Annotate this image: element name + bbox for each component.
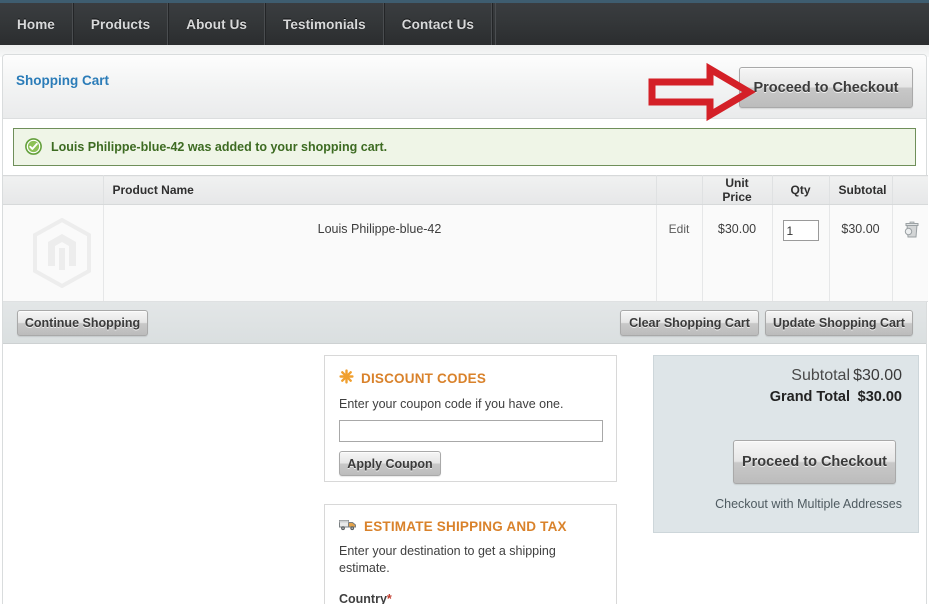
table-header-thumb (3, 175, 104, 205)
product-name: Louis Philippe-blue-42 (317, 222, 442, 236)
proceed-to-checkout-button[interactable]: Proceed to Checkout (733, 440, 896, 484)
subtotal-label: Subtotal (791, 367, 850, 384)
cart-header-bar: Shopping Cart Proceed to Checkout (3, 55, 926, 119)
magento-logo-icon (33, 218, 91, 288)
qty-cell (772, 204, 830, 302)
nav-item-label: About Us (186, 16, 248, 32)
nav-item-label: Contact Us (401, 16, 475, 32)
shopping-cart-page: Home Products About Us Testimonials Cont… (0, 0, 929, 604)
unit-price-value: $30.00 (717, 222, 757, 236)
asterisk-icon (339, 369, 354, 387)
cart-totals-panel: Subtotal $30.00 Grand Total $30.00 Proce… (653, 355, 919, 533)
required-marker: * (386, 592, 392, 604)
checkout-multiple-addresses-link[interactable]: Checkout with Multiple Addresses (715, 497, 902, 511)
discount-codes-description: Enter your coupon code if you have one. (339, 397, 564, 411)
table-header-unit-price: Unit Price (702, 175, 773, 205)
subtotal-cell: $30.00 (829, 204, 893, 302)
edit-cell: Edit (656, 204, 703, 302)
page-title: Shopping Cart (16, 73, 109, 88)
nav-item-label: Testimonials (283, 16, 366, 32)
table-row: Louis Philippe-blue-42 Edit $30.00 1 $30… (3, 204, 928, 302)
estimate-shipping-description: Enter your destination to get a shipping… (339, 544, 556, 575)
product-thumbnail (12, 205, 112, 301)
product-name-cell: Louis Philippe-blue-42 (103, 204, 657, 302)
nav-item-products[interactable]: Products (72, 3, 169, 45)
discount-codes-box: DISCOUNT CODES Enter your coupon code if… (324, 355, 617, 482)
estimate-shipping-title: ESTIMATE SHIPPING AND TAX (339, 518, 616, 534)
cart-table: Product Name Unit Price Qty Subtotal Lou… (3, 175, 928, 302)
coupon-code-input[interactable] (339, 420, 603, 442)
clear-shopping-cart-button[interactable]: Clear Shopping Cart (620, 310, 759, 336)
nav-item-contact-us[interactable]: Contact Us (383, 3, 493, 45)
table-header-remove (892, 175, 928, 205)
nav-item-label: Products (90, 16, 151, 32)
cart-lower-region: DISCOUNT CODES Enter your coupon code if… (3, 344, 926, 604)
main-navigation: Home Products About Us Testimonials Cont… (0, 0, 929, 45)
cart-table-wrapper: Product Name Unit Price Qty Subtotal Lou… (3, 166, 928, 302)
nav-item-about-us[interactable]: About Us (168, 3, 266, 45)
grand-total-amount: $30.00 (857, 389, 902, 405)
cart-panel: Shopping Cart Proceed to Checkout Louis … (2, 54, 928, 604)
grand-total-label: Grand Total (769, 389, 850, 405)
product-thumbnail-cell (3, 204, 112, 302)
success-message-text: Louis Philippe-blue-42 was added to your… (51, 140, 388, 154)
apply-coupon-button[interactable]: Apply Coupon (339, 451, 441, 476)
table-header-edit (656, 175, 703, 205)
truck-icon (339, 518, 357, 534)
quantity-input[interactable] (782, 220, 819, 241)
discount-codes-title-text: DISCOUNT CODES (361, 370, 487, 386)
proceed-to-checkout-top-button[interactable]: Proceed to Checkout (739, 67, 913, 108)
subtotal-value: $30.00 (841, 222, 880, 236)
table-header-row: Product Name Unit Price Qty Subtotal (3, 175, 928, 205)
country-label-text: Country (339, 592, 387, 604)
success-message: Louis Philippe-blue-42 was added to your… (13, 128, 916, 166)
update-shopping-cart-button[interactable]: Update Shopping Cart (765, 310, 913, 336)
table-header-product-name: Product Name (103, 175, 657, 205)
nav-item-label: Home (17, 16, 55, 32)
continue-shopping-button[interactable]: Continue Shopping (17, 310, 148, 336)
table-header-subtotal: Subtotal (829, 175, 893, 205)
country-field-label: Country* (339, 592, 616, 604)
nav-item-home[interactable]: Home (0, 3, 73, 45)
nav-divider (492, 3, 497, 45)
edit-item-link[interactable]: Edit (666, 205, 693, 236)
table-header-qty: Qty (772, 175, 830, 205)
estimate-shipping-box: ESTIMATE SHIPPING AND TAX Enter your des… (324, 504, 617, 604)
page-body: Shopping Cart Proceed to Checkout Louis … (0, 45, 929, 604)
nav-item-testimonials[interactable]: Testimonials (265, 3, 384, 45)
trash-icon[interactable] (902, 219, 921, 242)
unit-price-cell: $30.00 (702, 204, 773, 302)
estimate-shipping-title-text: ESTIMATE SHIPPING AND TAX (364, 518, 567, 534)
success-check-icon (25, 138, 42, 155)
message-area: Louis Philippe-blue-42 was added to your… (3, 119, 926, 166)
cart-action-toolbar: Continue Shopping Clear Shopping Cart Up… (3, 302, 926, 344)
remove-cell (892, 204, 928, 302)
discount-codes-title: DISCOUNT CODES (339, 369, 616, 387)
subtotal-amount: $30.00 (853, 367, 902, 384)
